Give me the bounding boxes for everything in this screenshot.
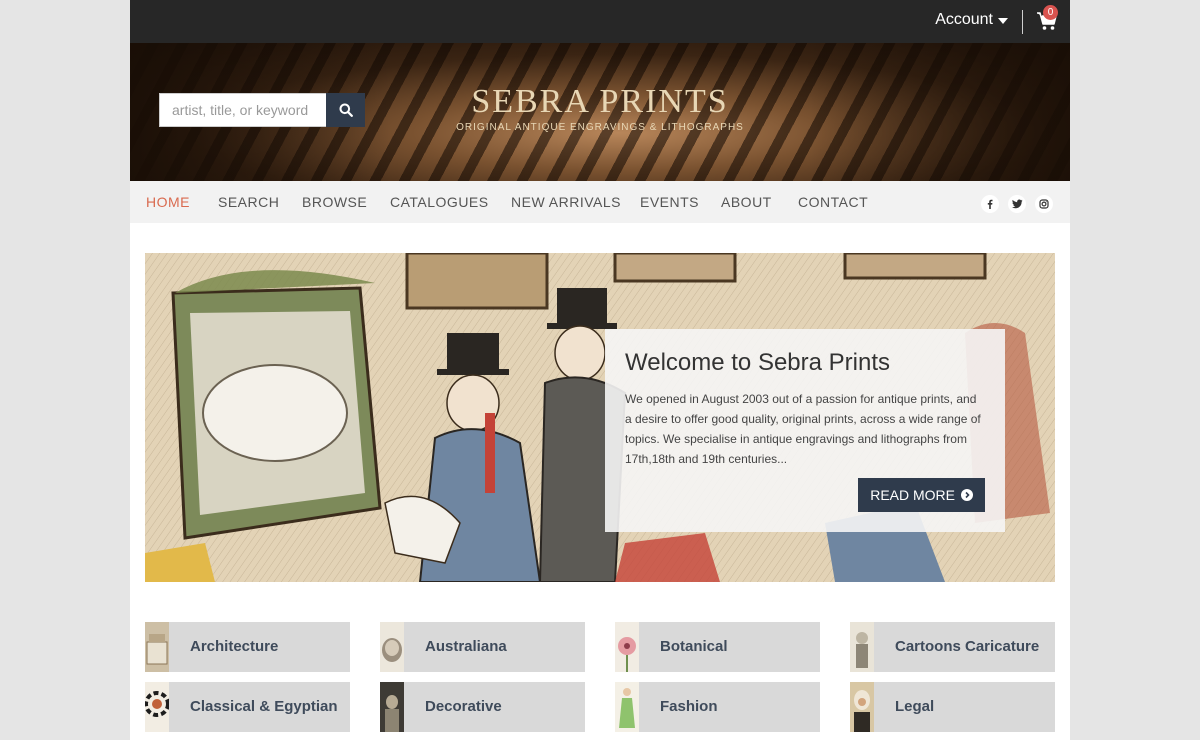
category-architecture[interactable]: Architecture <box>145 622 350 672</box>
nav-home[interactable]: HOME <box>146 194 190 210</box>
banner-shade <box>810 43 1070 181</box>
category-label: Cartoons Caricature <box>895 638 1040 655</box>
page: Account 0 SEBRA PRINTS <box>130 0 1070 740</box>
top-bar: Account 0 <box>130 0 1070 43</box>
category-thumbnail <box>850 622 874 672</box>
welcome-panel: Welcome to Sebra Prints We opened in Aug… <box>605 329 1005 532</box>
nav-events[interactable]: EVENTS <box>640 194 699 210</box>
logo-subtitle: ORIGINAL ANTIQUE ENGRAVINGS & LITHOGRAPH… <box>456 122 744 133</box>
category-label: Decorative <box>425 698 502 715</box>
search-input[interactable] <box>159 93 326 127</box>
category-label: Fashion <box>660 698 718 715</box>
category-label: Legal <box>895 698 935 715</box>
category-legal[interactable]: Legal <box>850 682 1055 732</box>
category-thumbnail <box>145 622 169 672</box>
category-label: Botanical <box>660 638 728 655</box>
category-australiana[interactable]: Australiana <box>380 622 585 672</box>
category-decorative[interactable]: Decorative <box>380 682 585 732</box>
read-more-button[interactable]: READ MORE <box>858 478 985 512</box>
hero-slider: Welcome to Sebra Prints We opened in Aug… <box>145 253 1055 582</box>
welcome-text: We opened in August 2003 out of a passio… <box>625 392 981 466</box>
nav-catalogues[interactable]: CATALOGUES <box>390 194 489 210</box>
category-thumbnail <box>145 682 169 732</box>
category-thumbnail <box>615 622 639 672</box>
facebook-icon[interactable] <box>981 195 999 213</box>
category-thumbnail <box>380 622 404 672</box>
category-botanical[interactable]: Botanical <box>615 622 820 672</box>
search-form <box>159 93 365 127</box>
nav-browse[interactable]: BROWSE <box>302 194 367 210</box>
cart-count-badge: 0 <box>1043 5 1058 20</box>
chevron-right-circle-icon <box>961 489 973 501</box>
category-cartoons-caricature[interactable]: Cartoons Caricature <box>850 622 1055 672</box>
instagram-icon[interactable] <box>1035 195 1053 213</box>
main-nav: HOME SEARCH BROWSE CATALOGUES NEW ARRIVA… <box>130 181 1070 223</box>
category-label: Architecture <box>190 638 279 655</box>
twitter-icon[interactable] <box>1008 195 1026 213</box>
category-label: Classical & Egyptian <box>190 698 338 715</box>
logo-title: SEBRA PRINTS <box>471 83 729 120</box>
account-label: Account <box>935 11 993 28</box>
nav-about[interactable]: ABOUT <box>721 194 772 210</box>
welcome-title: Welcome to Sebra Prints <box>625 349 890 376</box>
search-button[interactable] <box>326 93 365 127</box>
caret-down-icon <box>998 18 1008 24</box>
category-thumbnail <box>615 682 639 732</box>
nav-new-arrivals[interactable]: NEW ARRIVALS <box>511 194 621 210</box>
header-banner: SEBRA PRINTS ORIGINAL ANTIQUE ENGRAVINGS… <box>130 43 1070 181</box>
category-thumbnail <box>380 682 404 732</box>
category-thumbnail <box>850 682 874 732</box>
nav-contact[interactable]: CONTACT <box>798 194 868 210</box>
read-more-label: READ MORE <box>870 487 955 503</box>
search-icon <box>339 103 353 117</box>
site-logo[interactable]: SEBRA PRINTS ORIGINAL ANTIQUE ENGRAVINGS… <box>420 83 780 133</box>
category-classical-egyptian[interactable]: Classical & Egyptian <box>145 682 350 732</box>
category-label: Australiana <box>425 638 507 655</box>
topbar-divider <box>1022 10 1023 34</box>
account-menu[interactable]: Account <box>935 11 1008 29</box>
category-fashion[interactable]: Fashion <box>615 682 820 732</box>
nav-search[interactable]: SEARCH <box>218 194 279 210</box>
